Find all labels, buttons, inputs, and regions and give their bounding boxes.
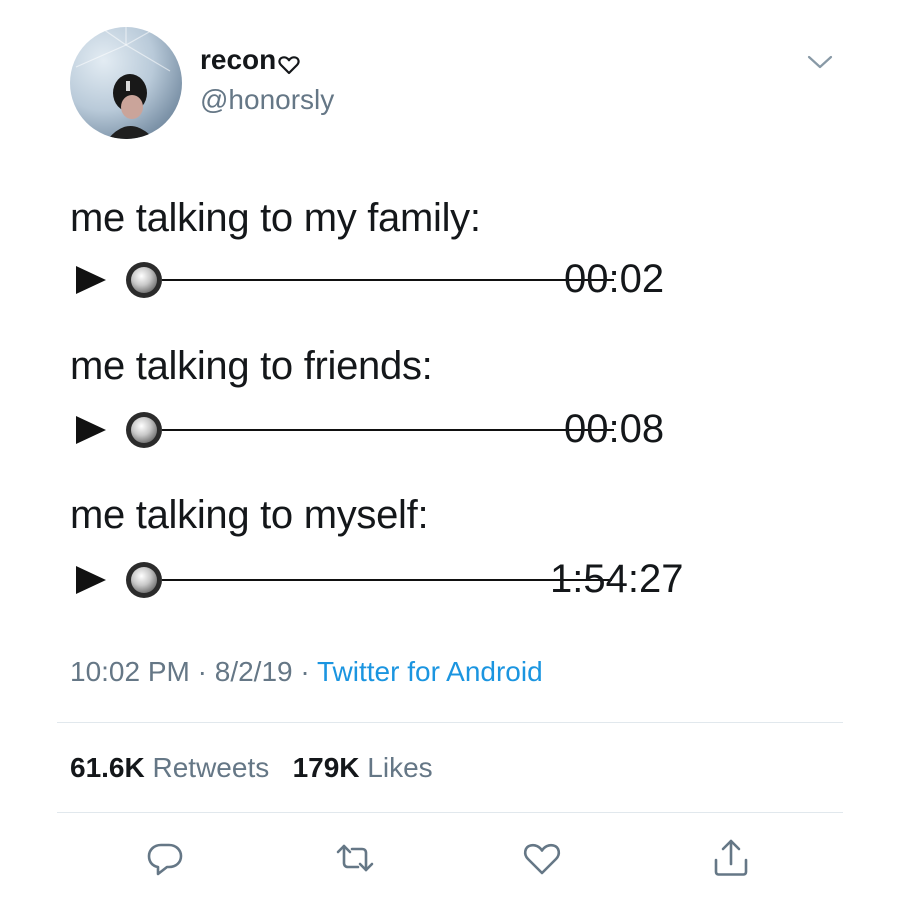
meta-separator: ·	[197, 656, 207, 687]
tweet-date[interactable]: 8/2/19	[215, 656, 293, 687]
play-icon[interactable]	[74, 414, 108, 446]
tweet-text-line-2: me talking to friends:	[70, 344, 433, 388]
likes-count: 179K	[292, 752, 360, 783]
chevron-down-icon[interactable]	[806, 52, 834, 72]
progress-knob[interactable]	[122, 408, 166, 452]
tweet-source-link[interactable]: Twitter for Android	[317, 656, 543, 687]
tweet-stats: 61.6K Retweets 179K Likes	[70, 750, 433, 786]
retweets-stat[interactable]: 61.6K Retweets	[70, 752, 277, 783]
audio-player-1: 00:02	[70, 257, 710, 301]
tweet-text-line-1: me talking to my family:	[70, 196, 481, 240]
display-name[interactable]: recon	[200, 44, 300, 76]
progress-track[interactable]	[162, 579, 612, 581]
progress-knob[interactable]	[122, 558, 166, 602]
divider	[57, 722, 843, 723]
divider	[57, 812, 843, 813]
audio-player-2: 00:08	[70, 407, 710, 451]
likes-label: Likes	[367, 752, 433, 783]
tweet-time[interactable]: 10:02 PM	[70, 656, 190, 687]
progress-track[interactable]	[162, 429, 614, 431]
display-name-text: recon	[200, 44, 277, 75]
play-icon[interactable]	[74, 264, 108, 296]
tweet-text-line-3: me talking to myself:	[70, 493, 429, 537]
avatar[interactable]	[70, 27, 182, 139]
tweet-meta: 10:02 PM · 8/2/19 · Twitter for Android	[70, 654, 543, 690]
duration-label: 00:08	[564, 407, 665, 451]
retweet-icon[interactable]	[333, 836, 377, 880]
meta-separator: ·	[300, 656, 310, 687]
duration-label: 1:54:27	[550, 557, 684, 601]
play-icon[interactable]	[74, 564, 108, 596]
user-handle[interactable]: @honorsly	[200, 84, 334, 116]
progress-knob[interactable]	[122, 258, 166, 302]
audio-player-3: 1:54:27	[70, 557, 710, 601]
retweets-count: 61.6K	[70, 752, 145, 783]
duration-label: 00:02	[564, 257, 665, 301]
progress-track[interactable]	[162, 279, 614, 281]
heart-outline-icon	[278, 50, 300, 75]
retweets-label: Retweets	[152, 752, 270, 783]
share-icon[interactable]	[709, 836, 753, 880]
heart-icon[interactable]	[520, 836, 564, 880]
reply-icon[interactable]	[143, 836, 187, 880]
likes-stat[interactable]: 179K Likes	[293, 752, 433, 783]
